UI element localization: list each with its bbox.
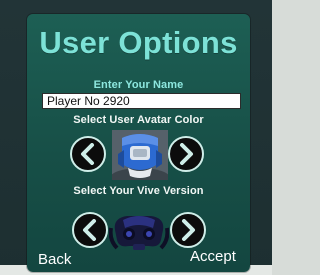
avatar-color-label: Select User Avatar Color xyxy=(73,114,204,126)
chevron-left-icon xyxy=(83,219,96,241)
name-label: Enter Your Name xyxy=(93,79,184,91)
page-title: User Options xyxy=(39,25,238,60)
vive-headset-image xyxy=(109,216,169,250)
vr-scene-background: User Options Enter Your Name Select User… xyxy=(0,0,272,275)
name-input[interactable] xyxy=(42,93,241,109)
vive-prev-button[interactable] xyxy=(72,212,108,248)
avatar-preview-image xyxy=(112,130,168,180)
avatar-prev-button[interactable] xyxy=(70,136,106,172)
chevron-left-icon xyxy=(81,143,94,165)
avatar-next-button[interactable] xyxy=(168,136,204,172)
chevron-right-icon xyxy=(182,219,195,241)
back-button[interactable]: Back xyxy=(38,251,71,269)
chevron-right-icon xyxy=(180,143,193,165)
vive-version-label: Select Your Vive Version xyxy=(73,185,204,197)
vive-next-button[interactable] xyxy=(170,212,206,248)
user-options-panel: User Options Enter Your Name Select User… xyxy=(27,14,250,272)
accept-button[interactable]: Accept xyxy=(190,248,236,266)
